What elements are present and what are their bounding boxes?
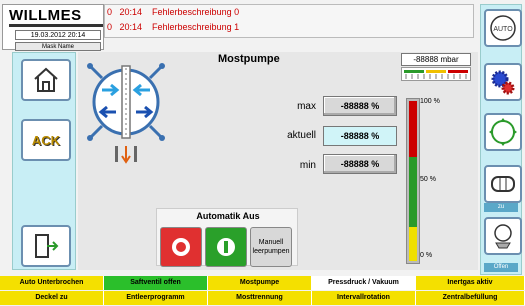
manual-label-2: leerpumpen	[252, 248, 290, 255]
ack-label: ACK	[31, 132, 61, 148]
rotation-button[interactable]	[484, 113, 522, 151]
press-drum-button[interactable]	[484, 165, 522, 203]
start-icon	[217, 238, 235, 256]
pressure-scale	[401, 67, 471, 81]
ack-button[interactable]: ACK	[21, 119, 71, 161]
home-icon	[34, 67, 58, 92]
drum-icon	[491, 176, 515, 192]
bar-label-0: 0 %	[420, 252, 433, 259]
bar-label-100: 100 %	[420, 98, 440, 105]
max-label: max	[297, 101, 316, 112]
max-value-field[interactable]: -88888 %	[323, 96, 397, 116]
status-juice-valve: Saftventil offen	[104, 276, 208, 290]
fault-code: 0	[107, 7, 113, 17]
status-lid-closed: Deckel zu	[0, 291, 104, 305]
valve-icon	[494, 224, 512, 249]
level-bar	[406, 98, 420, 264]
status-interval-rotation: Intervallrotation	[312, 291, 416, 305]
status-pressure-vacuum: Pressdruck / Vakuum	[312, 276, 416, 290]
pump-diagram	[82, 60, 172, 170]
auto-control-panel: Automatik Aus Manuell leerpumpen	[156, 208, 298, 267]
status-empty-program: Entleerprogramm	[104, 291, 208, 305]
auto-text: AUTO	[493, 26, 513, 33]
main-panel: Mostpumpe -88888 mbar max -88888 % aktue…	[78, 52, 478, 270]
status-mostpumpe: Mostpumpe	[208, 276, 312, 290]
exit-door-icon	[35, 234, 59, 258]
right-nav-panel: AUTO zu Offen	[480, 4, 522, 275]
zu-label: zu	[484, 203, 518, 212]
status-auto-interrupted: Auto Unterbrochen	[0, 276, 104, 290]
fault-list[interactable]: 0 20:14 Fehlerbeschreibung 0 0 20:14 Feh…	[104, 4, 474, 38]
logo-area: WILLMES 19.03.2012 20:14 Mask Name	[2, 4, 104, 51]
fault-time: 20:14	[119, 22, 143, 32]
fault-row[interactable]: 0 20:14 Fehlerbeschreibung 1	[107, 22, 239, 35]
page-title: Mostpumpe	[218, 53, 280, 65]
status-central-filling: Zentralbefüllung	[416, 291, 525, 305]
status-inert-gas: Inertgas aktiv	[416, 276, 525, 290]
bar-segment-yellow	[409, 227, 417, 261]
brand-logo: WILLMES	[9, 7, 82, 24]
min-value-field[interactable]: -88888 %	[323, 154, 397, 174]
manual-label-1: Manuell	[258, 239, 284, 246]
current-value-field: -88888 %	[323, 126, 397, 146]
home-button[interactable]	[21, 59, 71, 101]
manual-empty-button[interactable]: Manuell leerpumpen	[250, 227, 292, 267]
exit-button[interactable]	[21, 225, 71, 267]
fault-text: Fehlerbeschreibung 0	[152, 7, 240, 17]
fault-text: Fehlerbeschreibung 1	[152, 22, 240, 32]
gears-button[interactable]	[484, 63, 522, 101]
auto-mode-button[interactable]: AUTO	[484, 9, 522, 47]
fault-time: 20:14	[119, 7, 143, 17]
mask-name: Mask Name	[15, 42, 101, 51]
fault-code: 0	[107, 22, 113, 32]
gears-icon	[491, 70, 515, 95]
fault-row[interactable]: 0 20:14 Fehlerbeschreibung 0	[107, 7, 239, 20]
logo-underline	[9, 24, 103, 27]
stop-button[interactable]	[160, 227, 202, 267]
bar-segment-green	[409, 157, 417, 227]
valve-button[interactable]	[484, 217, 522, 255]
rotation-icon	[489, 118, 517, 146]
pressure-display: -88888 mbar	[401, 53, 471, 66]
auto-circle-icon: AUTO	[490, 15, 516, 41]
bar-label-50: 50 %	[420, 176, 436, 183]
auto-status-title: Automatik Aus	[196, 211, 260, 221]
min-label: min	[299, 160, 316, 171]
status-bar: Auto Unterbrochen Saftventil offen Mostp…	[0, 276, 525, 306]
stop-icon	[172, 238, 190, 256]
datetime-display: 19.03.2012 20:14	[15, 30, 101, 40]
start-button[interactable]	[205, 227, 247, 267]
offen-label: Offen	[484, 263, 518, 272]
bar-segment-red	[409, 101, 417, 157]
status-must-separation: Mosttrennung	[208, 291, 312, 305]
current-label: aktuell	[287, 130, 316, 141]
left-nav-panel: ACK	[12, 52, 76, 270]
